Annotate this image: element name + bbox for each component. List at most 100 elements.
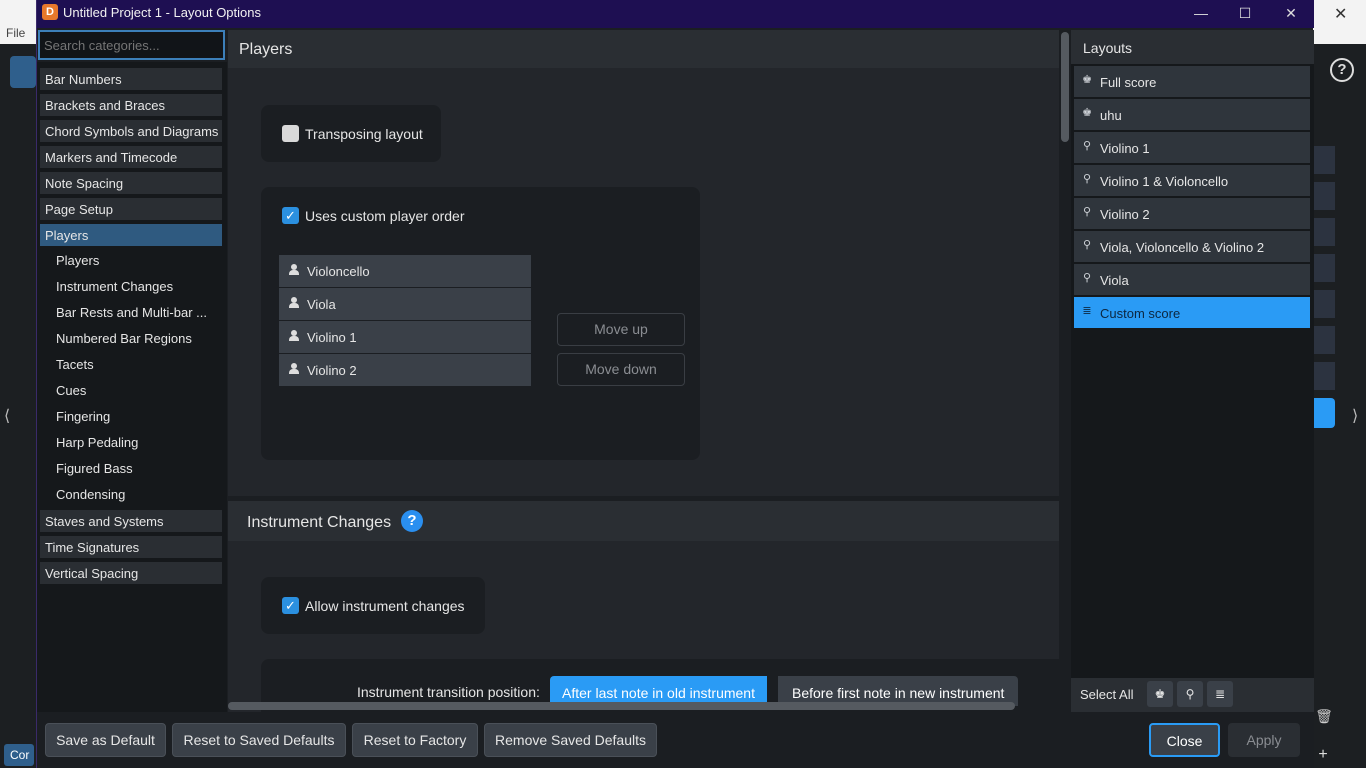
reset-to-factory-button[interactable]: Reset to Factory [352,723,478,757]
bg-add-icon[interactable]: + [1313,746,1333,766]
instrument-changes-title: Instrument Changes [247,514,392,531]
category-players[interactable]: Players [40,224,222,246]
layout-item-viola-violoncello-violino-2[interactable]: ⚲ Viola, Violoncello & Violino 2 [1074,231,1310,262]
player-name: Violino 1 [307,330,357,345]
subcategory-fingering[interactable]: Fingering [56,405,216,427]
allow-changes-card: ✓ Allow instrument changes [261,577,485,634]
layout-label: Violino 2 [1100,207,1150,222]
bg-titlebar [0,0,36,22]
custom-score-icon: ≣ [1082,305,1092,317]
transposing-layout-label: Transposing layout [305,126,423,142]
category-chord-symbols[interactable]: Chord Symbols and Diagrams [40,120,222,142]
subcategory-figured-bass[interactable]: Figured Bass [56,457,216,479]
select-all-button[interactable]: Select All [1075,680,1143,708]
bg-bottom-tab[interactable]: Cor [4,744,34,766]
bg-trash-icon[interactable]: 🗑 [1313,704,1335,728]
subcategory-players[interactable]: Players [56,249,216,271]
part-icon: ⚲ [1082,272,1092,284]
bg-panel-tile [1313,182,1335,210]
subcategory-instrument-changes[interactable]: Instrument Changes [56,275,216,297]
allow-changes-checkbox[interactable]: ✓ [282,597,299,614]
vertical-scroll-thumb[interactable] [1061,32,1069,142]
layout-label: Custom score [1100,306,1181,321]
bg-toolbar-button[interactable] [10,56,36,88]
player-list-item[interactable]: Violino 2 [279,354,531,386]
layout-label: uhu [1100,108,1122,123]
player-name: Violoncello [307,264,370,279]
subcategory-condensing[interactable]: Condensing [56,483,216,505]
custom-order-checkbox[interactable]: ✓ [282,207,299,224]
bg-panel-tile [1313,326,1335,354]
transposing-layout-checkbox[interactable] [282,125,299,142]
bg-close-icon[interactable]: ✕ [1334,4,1347,24]
select-full-scores-icon[interactable]: ♚ [1147,681,1173,707]
options-content: Players Transposing layout ✓ Uses custom… [228,30,1059,712]
category-bar-numbers[interactable]: Bar Numbers [40,68,222,90]
maximize-button[interactable]: ☐ [1231,2,1259,24]
bg-panel-tile [1313,254,1335,282]
subcategory-bar-rests[interactable]: Bar Rests and Multi-bar ... [56,301,216,323]
remove-saved-defaults-button[interactable]: Remove Saved Defaults [484,723,657,757]
category-time-signatures[interactable]: Time Signatures [40,536,222,558]
player-list-item[interactable]: Violino 1 [279,321,531,353]
layout-label: Viola [1100,273,1129,288]
horizontal-scroll-thumb[interactable] [228,702,1015,710]
custom-order-label: Uses custom player order [305,208,465,224]
subcategory-numbered-bar-regions[interactable]: Numbered Bar Regions [56,327,216,349]
person-icon [289,363,299,375]
bg-chevron-right-icon[interactable]: ⟩ [1352,406,1358,426]
transition-position-label: Instrument transition position: [357,684,540,700]
category-brackets-and-braces[interactable]: Brackets and Braces [40,94,222,116]
layout-item-violino-1[interactable]: ⚲ Violino 1 [1074,132,1310,163]
layout-item-full-score[interactable]: ♚ Full score [1074,66,1310,97]
layout-label: Violino 1 & Violoncello [1100,174,1229,189]
full-score-icon: ♚ [1082,74,1092,86]
bg-panel-tile [1313,146,1335,174]
subcategory-cues[interactable]: Cues [56,379,216,401]
person-icon [289,330,299,342]
layout-options-dialog: D Untitled Project 1 - Layout Options — … [36,0,1314,768]
bg-menu-file[interactable]: File [0,22,36,44]
category-staves-and-systems[interactable]: Staves and Systems [40,510,222,532]
bg-panel-tile [1313,290,1335,318]
minimize-button[interactable]: — [1187,2,1215,24]
category-vertical-spacing[interactable]: Vertical Spacing [40,562,222,584]
allow-changes-label: Allow instrument changes [305,598,465,614]
move-up-button[interactable]: Move up [557,313,685,346]
subcategory-tacets[interactable]: Tacets [56,353,216,375]
layout-item-uhu[interactable]: ♚ uhu [1074,99,1310,130]
layout-item-violino-1-violoncello[interactable]: ⚲ Violino 1 & Violoncello [1074,165,1310,196]
category-page-setup[interactable]: Page Setup [40,198,222,220]
reset-to-saved-defaults-button[interactable]: Reset to Saved Defaults [172,723,346,757]
player-name: Viola [307,297,336,312]
layouts-title: Layouts [1071,30,1314,64]
person-icon [289,264,299,276]
part-icon: ⚲ [1082,140,1092,152]
layout-item-viola[interactable]: ⚲ Viola [1074,264,1310,295]
bg-panel-tile [1313,218,1335,246]
category-note-spacing[interactable]: Note Spacing [40,172,222,194]
apply-button[interactable]: Apply [1228,723,1300,757]
close-window-button[interactable]: ✕ [1277,2,1305,24]
select-custom-scores-icon[interactable]: ≣ [1207,681,1233,707]
category-markers-timecode[interactable]: Markers and Timecode [40,146,222,168]
layout-item-violino-2[interactable]: ⚲ Violino 2 [1074,198,1310,229]
select-parts-icon[interactable]: ⚲ [1177,681,1203,707]
layout-item-custom-score[interactable]: ≣ Custom score [1074,297,1310,328]
player-list-item[interactable]: Violoncello [279,255,531,287]
save-as-default-button[interactable]: Save as Default [45,723,166,757]
search-categories-input[interactable] [38,30,225,60]
close-button[interactable]: Close [1149,723,1220,757]
dialog-footer: Save as Default Reset to Saved Defaults … [37,712,1314,768]
help-icon[interactable]: ? [401,510,423,532]
subcategory-harp-pedaling[interactable]: Harp Pedaling [56,431,216,453]
layout-label: Viola, Violoncello & Violino 2 [1100,240,1265,255]
player-list-item[interactable]: Viola [279,288,531,320]
move-down-button[interactable]: Move down [557,353,685,386]
instrument-changes-body: ✓ Allow instrument changes Instrument tr… [228,541,1059,712]
window-title: Untitled Project 1 - Layout Options [63,5,261,20]
bg-help-icon[interactable]: ? [1330,58,1354,82]
bg-chevron-left-icon[interactable]: ⟨ [4,406,10,426]
bg-panel-tile [1313,362,1335,390]
full-score-icon: ♚ [1082,107,1092,119]
